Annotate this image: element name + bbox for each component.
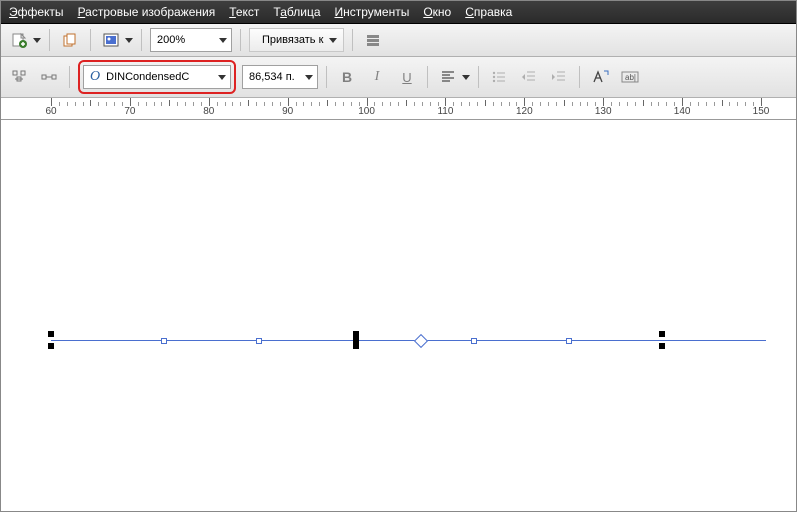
node-handle[interactable]	[256, 338, 262, 344]
separator	[49, 29, 50, 51]
selection-handle[interactable]	[353, 337, 359, 343]
canvas-area[interactable]	[1, 120, 796, 500]
snap-to-button[interactable]: Привязать к	[249, 28, 344, 52]
menu-bitmaps[interactable]: Растровые изображения	[78, 5, 216, 19]
toolbar-text: O DINCondensedC 86,534 п. B I U ab|	[1, 57, 796, 98]
underline-button[interactable]: U	[395, 65, 419, 89]
node-handle[interactable]	[161, 338, 167, 344]
menu-effects[interactable]: Эффекты	[9, 5, 64, 19]
indent-decrease-button[interactable]	[517, 65, 541, 89]
chevron-down-icon	[329, 38, 337, 43]
ruler-label: 120	[516, 106, 533, 117]
selection-handle[interactable]	[659, 331, 665, 337]
horizontal-ruler[interactable]: 60 70 80 90 100 110 120 130 140 150	[1, 98, 796, 120]
separator	[352, 29, 353, 51]
edit-text-button[interactable]: ab|	[618, 65, 642, 89]
separator	[141, 29, 142, 51]
svg-text:ab|: ab|	[625, 73, 636, 82]
font-family-dropdown[interactable]: O DINCondensedC	[83, 65, 231, 89]
menu-text[interactable]: Текст	[229, 5, 259, 19]
ruler-label: 140	[674, 106, 691, 117]
snap-label: Привязать к	[258, 34, 327, 46]
new-dropdown-icon[interactable]	[33, 38, 41, 43]
selection-handle[interactable]	[48, 343, 54, 349]
separator	[240, 29, 241, 51]
toolbar-standard: 200% Привязать к	[1, 24, 796, 57]
ruler-label: 90	[282, 106, 293, 117]
chevron-down-icon	[305, 75, 313, 80]
menu-tools[interactable]: Инструменты	[335, 5, 410, 19]
chevron-down-icon	[219, 38, 227, 43]
font-selector-highlight: O DINCondensedC	[78, 60, 236, 94]
image-dropdown-icon[interactable]	[125, 38, 133, 43]
character-format-button[interactable]	[588, 65, 612, 89]
chevron-down-icon	[218, 75, 226, 80]
separator	[579, 66, 580, 88]
copy-button[interactable]	[58, 28, 82, 52]
zoom-dropdown[interactable]: 200%	[150, 28, 232, 52]
selected-object[interactable]	[51, 340, 766, 341]
zoom-value: 200%	[157, 34, 185, 46]
center-marker-icon[interactable]	[414, 334, 428, 348]
ruler-label: 80	[203, 106, 214, 117]
separator	[90, 29, 91, 51]
font-family-value: DINCondensedC	[106, 71, 189, 83]
selection-handle[interactable]	[48, 331, 54, 337]
ruler-label: 60	[45, 106, 56, 117]
menu-bar: Эффекты Растровые изображения Текст Табл…	[1, 1, 796, 24]
indent-increase-button[interactable]	[547, 65, 571, 89]
italic-button[interactable]: I	[365, 65, 389, 89]
font-size-value: 86,534 п.	[249, 71, 295, 83]
separator	[478, 66, 479, 88]
separator	[427, 66, 428, 88]
ruler-label: 100	[358, 106, 375, 117]
image-button[interactable]	[99, 28, 123, 52]
align-dropdown-icon[interactable]	[462, 75, 470, 80]
ruler-label: 110	[437, 106, 453, 117]
bold-button[interactable]: B	[335, 65, 359, 89]
font-size-dropdown[interactable]: 86,534 п.	[242, 65, 318, 89]
bullet-list-button[interactable]	[487, 65, 511, 89]
align-left-button[interactable]	[436, 65, 460, 89]
new-button[interactable]	[7, 28, 31, 52]
menu-help[interactable]: Справка	[465, 5, 512, 19]
separator	[69, 66, 70, 88]
distribute-button[interactable]	[37, 65, 61, 89]
ruler-label: 150	[753, 106, 770, 117]
selection-handle[interactable]	[353, 343, 359, 349]
node-handle[interactable]	[471, 338, 477, 344]
separator	[326, 66, 327, 88]
node-handle[interactable]	[566, 338, 572, 344]
menu-table[interactable]: Таблица	[273, 5, 320, 19]
options-button[interactable]	[361, 28, 385, 52]
font-family-icon: O	[90, 69, 100, 85]
ruler-label: 130	[595, 106, 612, 117]
selection-handle[interactable]	[659, 343, 665, 349]
align-nodes-button[interactable]	[7, 65, 31, 89]
ruler-label: 70	[124, 106, 135, 117]
menu-window[interactable]: Окно	[423, 5, 451, 19]
